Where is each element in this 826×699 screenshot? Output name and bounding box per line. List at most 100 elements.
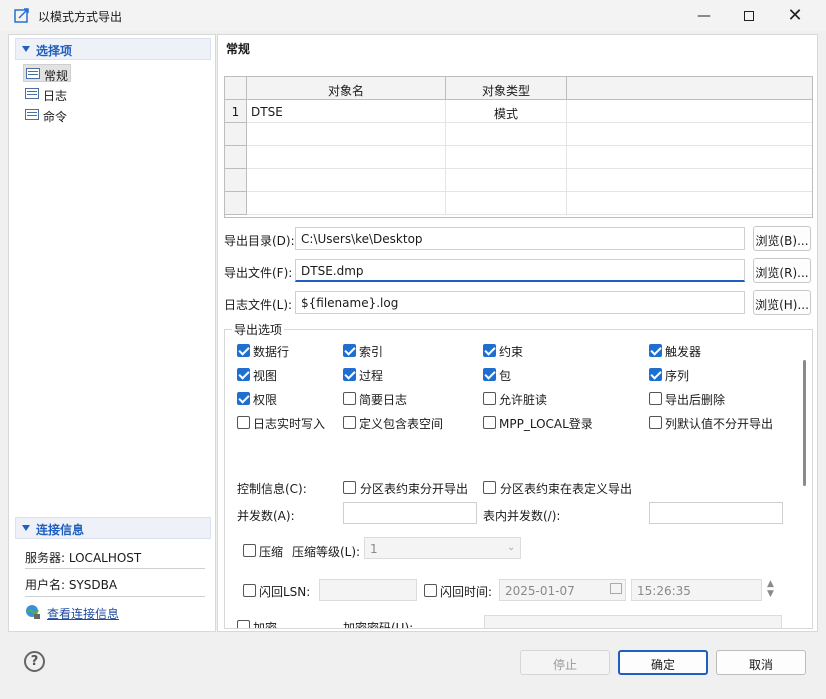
- row-number[interactable]: [225, 192, 247, 215]
- encrypt-pwd-label: 加密密码(U):: [343, 621, 414, 629]
- export-file-field[interactable]: DTSE.dmp: [295, 259, 745, 282]
- option-checkbox[interactable]: [483, 392, 496, 405]
- list-icon: [26, 68, 40, 79]
- table-cell[interactable]: 模式: [446, 100, 567, 123]
- export-options-group: 数据行 索引 约束 触发器 视图 过程 包 序列 权限 简要日志 允许脏读 导出后删除 日志实时写入 定义…: [224, 329, 813, 629]
- option-checkbox[interactable]: [237, 368, 250, 381]
- export-dir-label: 导出目录(D):: [224, 234, 295, 248]
- column-header[interactable]: 对象类型: [446, 77, 567, 100]
- nav-item-log[interactable]: 日志: [23, 85, 69, 103]
- option-checkbox[interactable]: [237, 416, 250, 429]
- table-cell[interactable]: [567, 192, 812, 215]
- partition-split-label: 分区表约束分开导出: [360, 482, 469, 496]
- right-panel: 常规 对象名 对象类型 1 DTSE 模式 导出目录(D): C:\Users\…: [217, 34, 818, 632]
- option-label: 简要日志: [359, 393, 408, 407]
- row-number[interactable]: [225, 146, 247, 169]
- nav-item-general[interactable]: 常规: [23, 64, 72, 83]
- flashback-lsn-label: 闪回LSN:: [259, 585, 311, 599]
- option-checkbox[interactable]: [649, 368, 662, 381]
- concurrency-input[interactable]: [343, 502, 477, 524]
- table-cell[interactable]: [567, 100, 812, 123]
- option-checkbox[interactable]: [237, 344, 250, 357]
- encrypt-pwd-input[interactable]: [484, 615, 782, 628]
- option-checkbox[interactable]: [483, 368, 496, 381]
- table-cell[interactable]: [446, 123, 567, 146]
- option-checkbox[interactable]: [237, 392, 250, 405]
- column-header: [567, 77, 812, 100]
- divider: [25, 596, 205, 597]
- partition-in-def-checkbox[interactable]: [483, 481, 496, 494]
- ok-button[interactable]: 确定: [618, 650, 708, 675]
- select-header-label: 选择项: [36, 44, 73, 58]
- help-icon[interactable]: ?: [24, 651, 45, 672]
- calendar-icon[interactable]: [610, 583, 622, 594]
- table-cell[interactable]: [567, 123, 812, 146]
- option-checkbox[interactable]: [343, 392, 356, 405]
- column-header[interactable]: 对象名: [247, 77, 446, 100]
- table-concurrency-label: 表内并发数(/):: [483, 509, 561, 523]
- row-number[interactable]: [225, 123, 247, 146]
- option-label: 视图: [253, 369, 278, 383]
- option-checkbox[interactable]: [483, 416, 496, 429]
- title-bar: 以模式方式导出 — ✕: [0, 0, 826, 31]
- option-label: 允许脏读: [499, 393, 548, 407]
- log-file-field[interactable]: ${filename}.log: [295, 291, 745, 314]
- conn-header[interactable]: 连接信息: [15, 517, 211, 539]
- flashback-time-label: 闪回时间:: [440, 585, 493, 599]
- minimize-icon[interactable]: —: [681, 0, 727, 31]
- option-label: 约束: [499, 345, 524, 359]
- compress-checkbox[interactable]: [243, 544, 256, 557]
- option-checkbox[interactable]: [649, 416, 662, 429]
- nav-label: 日志: [43, 89, 68, 103]
- compress-label: 压缩: [259, 545, 284, 559]
- option-checkbox[interactable]: [343, 344, 356, 357]
- flashback-time-checkbox[interactable]: [424, 584, 437, 597]
- cancel-button[interactable]: 取消: [716, 650, 806, 675]
- table-cell[interactable]: [247, 146, 446, 169]
- table-cell[interactable]: [567, 169, 812, 192]
- maximize-icon[interactable]: [726, 0, 772, 31]
- date-input[interactable]: 2025-01-07: [499, 579, 626, 601]
- row-number[interactable]: [225, 169, 247, 192]
- select-header[interactable]: 选择项: [15, 38, 211, 60]
- option-checkbox[interactable]: [343, 416, 356, 429]
- row-number[interactable]: 1: [225, 100, 247, 123]
- browse-dir-button[interactable]: 浏览(B)...: [753, 226, 811, 251]
- stop-button[interactable]: 停止: [520, 650, 610, 675]
- compress-level-select[interactable]: 1: [364, 537, 521, 559]
- conn-header-label: 连接信息: [36, 523, 85, 537]
- option-checkbox[interactable]: [649, 344, 662, 357]
- flashback-lsn-input[interactable]: [319, 579, 417, 601]
- option-label: 数据行: [253, 345, 290, 359]
- option-label: 列默认值不分开导出: [665, 417, 774, 431]
- view-conn-link[interactable]: 查看连接信息: [47, 605, 119, 622]
- export-dir-field[interactable]: C:\Users\ke\Desktop: [295, 227, 745, 250]
- encrypt-checkbox[interactable]: [237, 620, 250, 628]
- nav-label: 常规: [44, 69, 69, 83]
- app-icon: [14, 8, 29, 23]
- table-cell[interactable]: [446, 169, 567, 192]
- spinner-icon[interactable]: ▲ ▼: [767, 579, 774, 599]
- time-input[interactable]: 15:26:35: [631, 579, 762, 601]
- scrollbar[interactable]: [803, 360, 806, 486]
- option-checkbox[interactable]: [343, 368, 356, 381]
- nav-item-command[interactable]: 命令: [23, 106, 69, 124]
- table-cell[interactable]: DTSE: [247, 100, 446, 123]
- option-label: 权限: [253, 393, 278, 407]
- table-cell[interactable]: [446, 146, 567, 169]
- partition-split-checkbox[interactable]: [343, 481, 356, 494]
- option-checkbox[interactable]: [483, 344, 496, 357]
- option-label: MPP_LOCAL登录: [499, 417, 593, 431]
- table-cell[interactable]: [247, 169, 446, 192]
- table-cell[interactable]: [446, 192, 567, 215]
- flashback-lsn-checkbox[interactable]: [243, 584, 256, 597]
- browse-file-button[interactable]: 浏览(R)...: [753, 258, 811, 283]
- close-icon[interactable]: ✕: [772, 0, 818, 31]
- browse-log-button[interactable]: 浏览(H)...: [753, 290, 811, 315]
- table-cell[interactable]: [567, 146, 812, 169]
- table-concurrency-input[interactable]: [649, 502, 783, 524]
- table-cell[interactable]: [247, 192, 446, 215]
- log-file-label: 日志文件(L):: [224, 298, 293, 312]
- table-cell[interactable]: [247, 123, 446, 146]
- option-checkbox[interactable]: [649, 392, 662, 405]
